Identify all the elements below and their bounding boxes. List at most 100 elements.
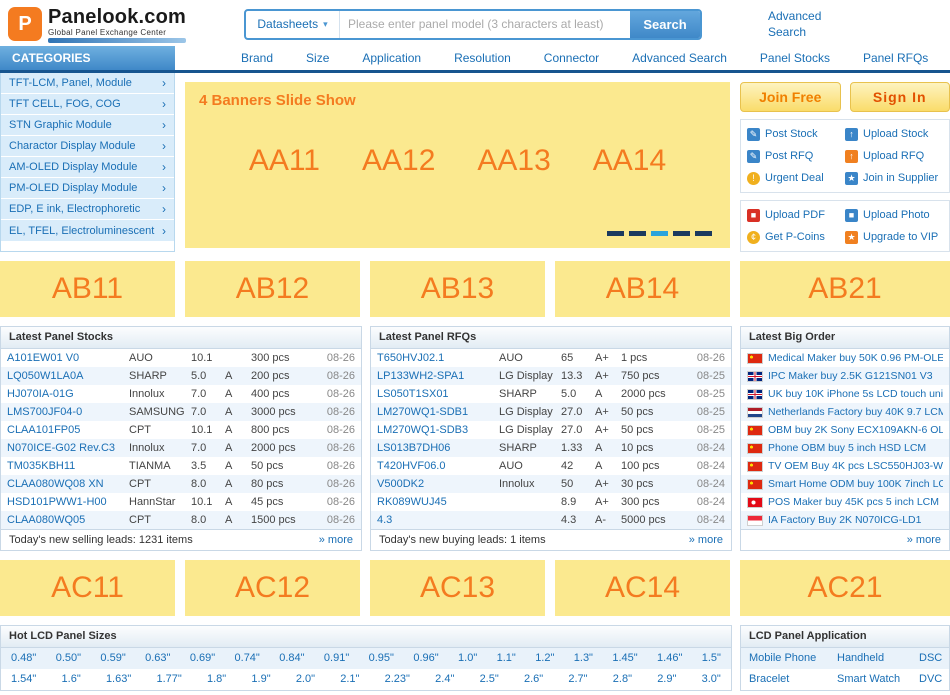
stock-row[interactable]: LQ050W1LA0A SHARP 5.0 A 200 pcs 08-26	[1, 367, 361, 385]
rfq-row[interactable]: LS013B7DH06 SHARP 1.33 A 10 pcs 08-24	[371, 439, 731, 457]
nav-item[interactable]: Connector	[544, 51, 599, 65]
big-order-link[interactable]: UK buy 10K iPhone 5s LCD touch unit	[768, 385, 943, 403]
size-link[interactable]: 1.46"	[657, 648, 682, 669]
rfq-row[interactable]: T420HVF06.0 AUO 42 A 100 pcs 08-24	[371, 457, 731, 475]
panel-model-link[interactable]: CLAA080WQ05	[7, 511, 129, 529]
ad-banner[interactable]: AB12	[185, 261, 360, 317]
panel-model-link[interactable]: RK089WUJ45	[377, 493, 499, 511]
nav-item[interactable]: Application	[362, 51, 421, 65]
big-order-link[interactable]: IA Factory Buy 2K N070ICG-LD1	[768, 511, 943, 529]
size-link[interactable]: 2.4"	[435, 669, 454, 690]
sidebar-item[interactable]: AM-OLED Display Module ›	[1, 157, 174, 178]
application-link[interactable]: Bracelet	[749, 669, 837, 690]
ad-banner[interactable]: AB14	[555, 261, 730, 317]
big-order-row[interactable]: Smart Home ODM buy 100K 7inch LCD	[741, 475, 949, 493]
sidebar-item[interactable]: EL, TFEL, Electroluminescent ›	[1, 220, 174, 241]
slide-indicator[interactable]	[695, 231, 712, 236]
size-link[interactable]: 2.0"	[296, 669, 315, 690]
ad-banner[interactable]: AC13	[370, 560, 545, 616]
panel-model-link[interactable]: LS050T1SX01	[377, 385, 499, 403]
application-link[interactable]: Handheld	[837, 648, 919, 669]
size-link[interactable]: 0.74"	[235, 648, 260, 669]
size-link[interactable]: 1.3"	[574, 648, 593, 669]
big-order-row[interactable]: IA Factory Buy 2K N070ICG-LD1	[741, 511, 949, 529]
sign-in-button[interactable]: Sign In	[850, 82, 950, 112]
panel-model-link[interactable]: LM270WQ1-SDB3	[377, 421, 499, 439]
advanced-search-link[interactable]: Advanced Search	[768, 8, 830, 40]
ad-banner[interactable]: AB13	[370, 261, 545, 317]
size-link[interactable]: 1.9"	[251, 669, 270, 690]
nav-item[interactable]: Panel RFQs	[863, 51, 928, 65]
nav-item[interactable]: Advanced Search	[632, 51, 727, 65]
application-link[interactable]: DSC	[919, 648, 942, 669]
size-link[interactable]: 0.95"	[369, 648, 394, 669]
big-order-row[interactable]: UK buy 10K iPhone 5s LCD touch unit	[741, 385, 949, 403]
size-link[interactable]: 1.0"	[458, 648, 477, 669]
search-category-dropdown[interactable]: Datasheets ▾	[246, 11, 340, 38]
account-link[interactable]: ★ Upgrade to VIP	[845, 226, 943, 248]
size-link[interactable]: 2.5"	[480, 669, 499, 690]
size-link[interactable]: 2.23"	[385, 669, 410, 690]
banner-slide[interactable]: AA12	[362, 144, 435, 178]
account-link[interactable]: ✎ Post Stock	[747, 123, 845, 145]
big-order-row[interactable]: OBM buy 2K Sony ECX109AKN-6 OLED	[741, 421, 949, 439]
size-link[interactable]: 0.69"	[190, 648, 215, 669]
account-link[interactable]: ↑ Upload RFQ	[845, 145, 943, 167]
big-order-link[interactable]: POS Maker buy 45K pcs 5 inch LCM	[768, 493, 943, 511]
sidebar-item[interactable]: EDP, E ink, Electrophoretic ›	[1, 199, 174, 220]
panel-model-link[interactable]: LM270WQ1-SDB1	[377, 403, 499, 421]
big-order-row[interactable]: Medical Maker buy 50K 0.96 PM-OLED	[741, 349, 949, 367]
big-order-link[interactable]: TV OEM Buy 4K pcs LSC550HJ03-W	[768, 457, 943, 475]
nav-item[interactable]: Panel Stocks	[760, 51, 830, 65]
size-link[interactable]: 0.96"	[413, 648, 438, 669]
banner-slide[interactable]: AA14	[593, 144, 666, 178]
sidebar-item[interactable]: STN Graphic Module ›	[1, 115, 174, 136]
stock-row[interactable]: HSD101PWW1-H00 HannStar 10.1 A 45 pcs 08…	[1, 493, 361, 511]
more-rfqs-link[interactable]: » more	[689, 530, 723, 550]
panel-model-link[interactable]: T650HVJ02.1	[377, 349, 499, 367]
big-order-link[interactable]: Medical Maker buy 50K 0.96 PM-OLED	[768, 349, 943, 367]
stock-row[interactable]: HJ070IA-01G Innolux 7.0 A 400 pcs 08-26	[1, 385, 361, 403]
rfq-row[interactable]: T650HVJ02.1 AUO 65 A+ 1 pcs 08-26	[371, 349, 731, 367]
size-link[interactable]: 0.48"	[11, 648, 36, 669]
panel-model-link[interactable]: LS013B7DH06	[377, 439, 499, 457]
size-link[interactable]: 2.9"	[657, 669, 676, 690]
big-order-link[interactable]: Netherlands Factory buy 40K 9.7 LCM	[768, 403, 943, 421]
ad-banner[interactable]: AC14	[555, 560, 730, 616]
banner-slide[interactable]: AA11	[249, 144, 320, 178]
sidebar-item[interactable]: TFT-LCM, Panel, Module ›	[1, 73, 174, 94]
size-link[interactable]: 0.84"	[279, 648, 304, 669]
panel-model-link[interactable]: TM035KBH11	[7, 457, 129, 475]
application-link[interactable]: DVC	[919, 669, 942, 690]
join-free-button[interactable]: Join Free	[740, 82, 841, 112]
slide-indicator-active[interactable]	[651, 231, 668, 236]
account-link[interactable]: ✎ Post RFQ	[747, 145, 845, 167]
slide-indicator[interactable]	[607, 231, 624, 236]
big-order-link[interactable]: IPC Maker buy 2.5K G121SN01 V3	[768, 367, 943, 385]
size-link[interactable]: 3.0"	[702, 669, 721, 690]
panel-model-link[interactable]: CLAA101FP05	[7, 421, 129, 439]
panel-model-link[interactable]: HSD101PWW1-H00	[7, 493, 129, 511]
stock-row[interactable]: LMS700JF04-0 SAMSUNG 7.0 A 3000 pcs 08-2…	[1, 403, 361, 421]
application-link[interactable]: Mobile Phone	[749, 648, 837, 669]
stock-row[interactable]: N070ICE-G02 Rev.C3 Innolux 7.0 A 2000 pc…	[1, 439, 361, 457]
size-link[interactable]: 1.1"	[497, 648, 516, 669]
nav-item[interactable]: Brand	[241, 51, 273, 65]
search-input[interactable]	[340, 11, 630, 38]
big-order-row[interactable]: Phone OBM buy 5 inch HSD LCM	[741, 439, 949, 457]
search-button[interactable]: Search	[630, 11, 700, 38]
big-order-row[interactable]: Netherlands Factory buy 40K 9.7 LCM	[741, 403, 949, 421]
size-link[interactable]: 0.63"	[145, 648, 170, 669]
ad-banner[interactable]: AC21	[740, 560, 950, 616]
size-link[interactable]: 1.6"	[62, 669, 81, 690]
size-link[interactable]: 2.8"	[613, 669, 632, 690]
slide-indicator[interactable]	[673, 231, 690, 236]
rfq-row[interactable]: LS050T1SX01 SHARP 5.0 A 2000 pcs 08-25	[371, 385, 731, 403]
size-link[interactable]: 0.50"	[56, 648, 81, 669]
ad-banner[interactable]: AB21	[740, 261, 950, 317]
rfq-row[interactable]: LM270WQ1-SDB3 LG Display 27.0 A+ 50 pcs …	[371, 421, 731, 439]
size-link[interactable]: 1.77"	[156, 669, 181, 690]
big-order-link[interactable]: OBM buy 2K Sony ECX109AKN-6 OLED	[768, 421, 943, 439]
nav-item[interactable]: Size	[306, 51, 329, 65]
stock-row[interactable]: TM035KBH11 TIANMA 3.5 A 50 pcs 08-26	[1, 457, 361, 475]
